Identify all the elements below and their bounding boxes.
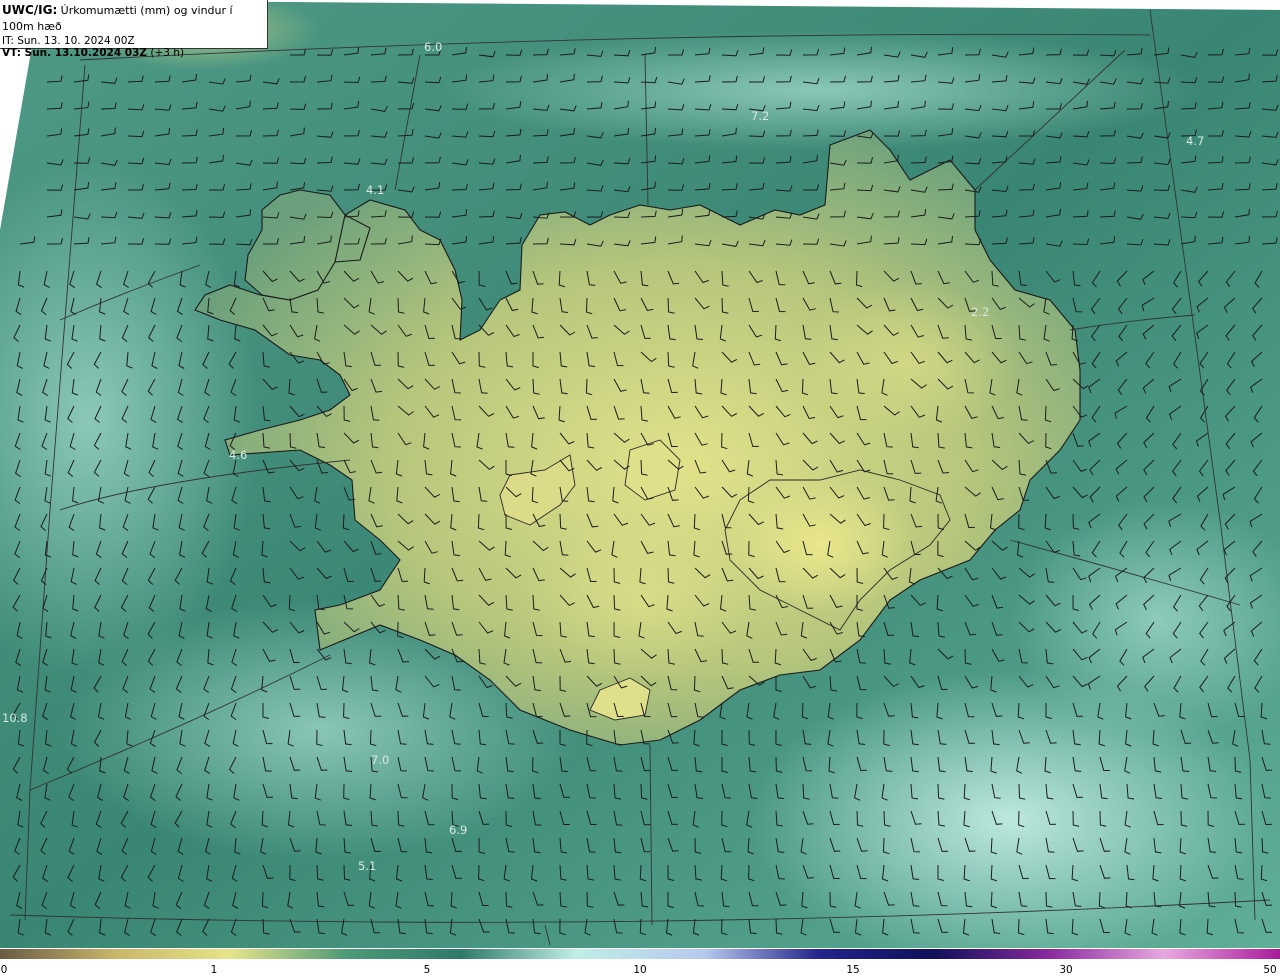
initial-time: IT: Sun. 13. 10. 2024 00Z [2,35,135,47]
colorbar-tick: 10 [633,964,647,976]
land-patch [520,520,760,680]
precipitation-wind-map: 6.0 7.2 4.7 4.1 2.2 4.6 7.0 6.9 5.1 10.8 [0,0,1280,948]
colorbar: 0 1 5 10 15 30 50 [0,948,1280,978]
map-info-box: UWC/IG: Úrkomumætti (mm) og vindur í 100… [0,0,268,59]
colorbar-tick: 1 [210,964,218,976]
colorbar-tick: 30 [1059,964,1073,976]
colorbar-tick: 5 [423,964,431,976]
value-label: 5.1 [358,859,376,873]
forecast-offset: (+3 h) [150,47,185,59]
colorbar-tick: 15 [846,964,860,976]
colorbar-strip [0,949,1280,959]
valid-time: VT: Sun. 13.10.2024 03Z [2,47,148,59]
value-label: 6.9 [449,823,467,837]
value-label: 7.0 [371,753,389,767]
value-label: 4.7 [1186,134,1204,148]
value-label: 6.0 [424,40,442,54]
value-label: 2.2 [971,305,989,319]
sea-patch [440,30,1200,150]
product-label: UWC/IG: [2,3,58,17]
value-label: 4.6 [229,448,247,462]
colorbar-tick: 50 [1263,964,1277,976]
value-label: 4.1 [366,183,384,197]
value-label: 10.8 [2,711,28,725]
colorbar-tick: 0 [0,964,8,976]
value-label: 7.2 [751,109,769,123]
land-patch [800,280,1020,440]
